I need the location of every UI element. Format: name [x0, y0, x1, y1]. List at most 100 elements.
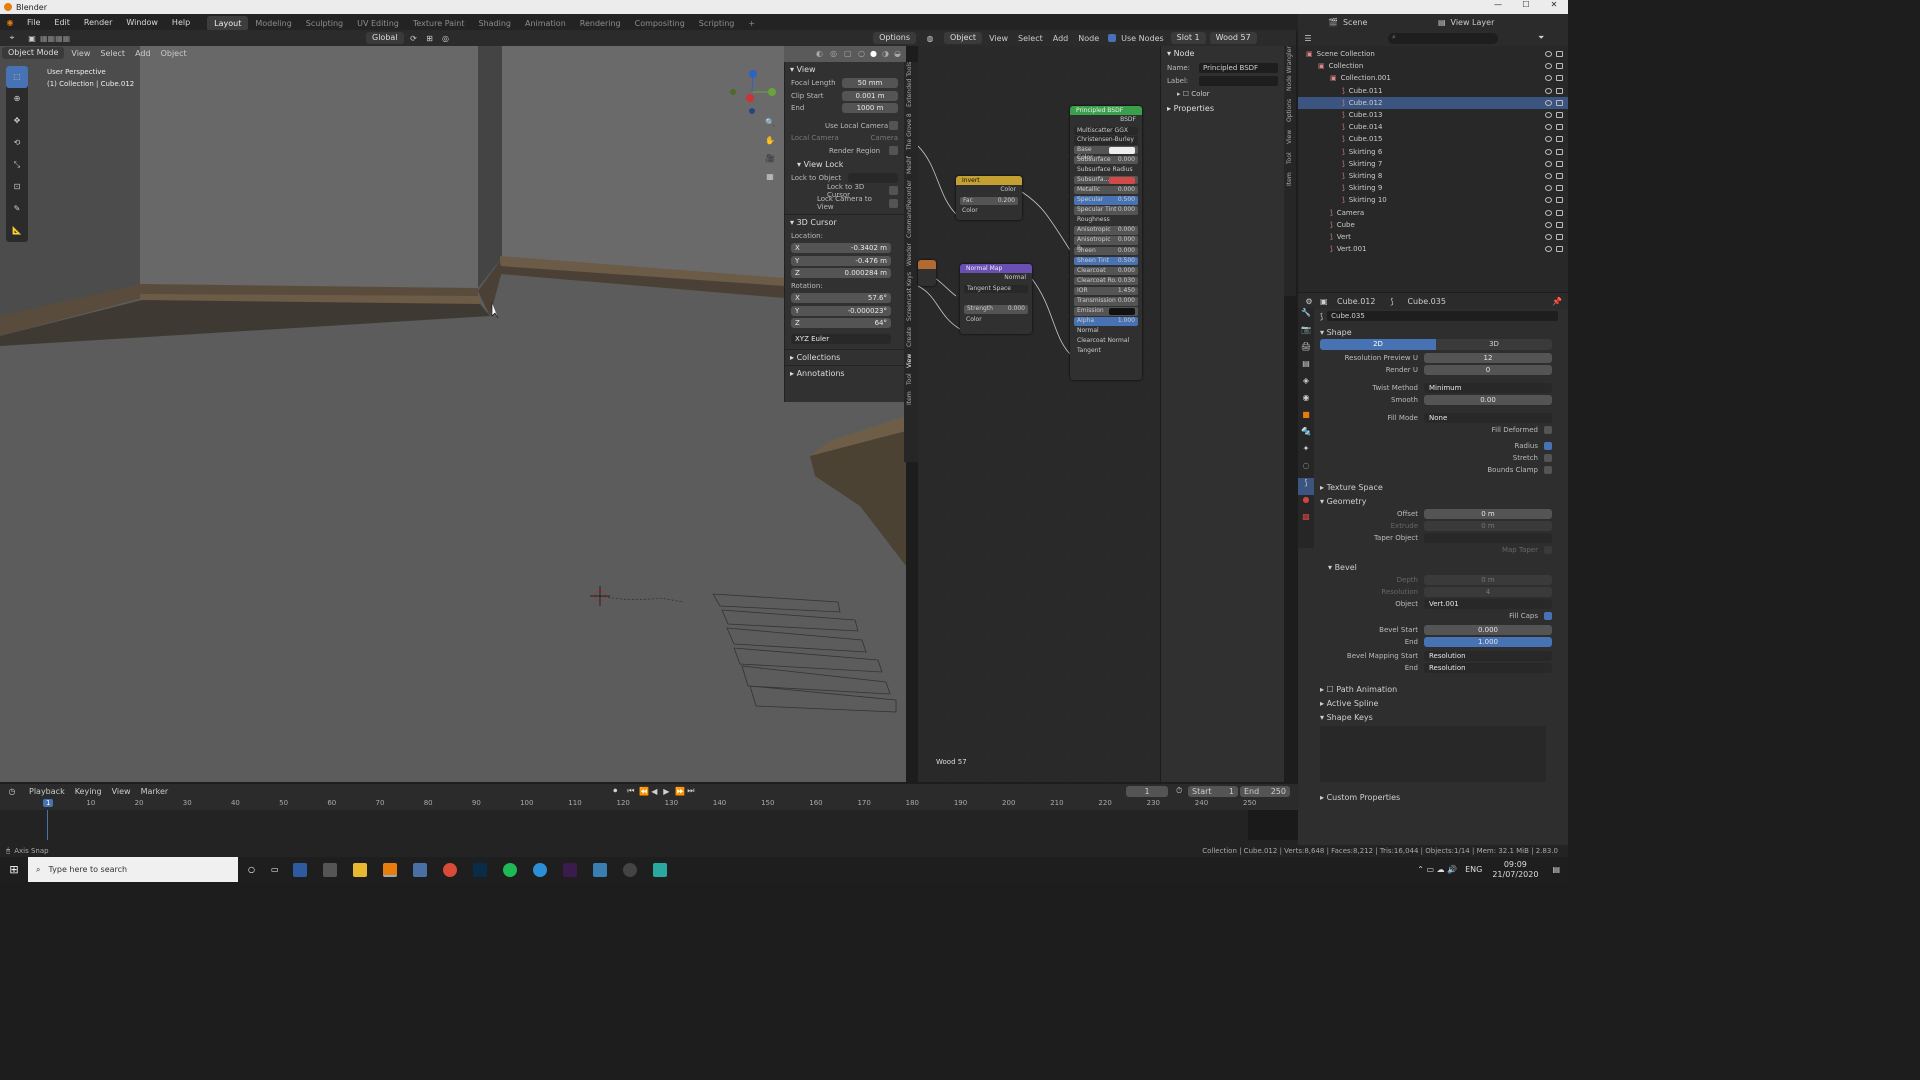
outliner-row[interactable]: ⟆ Cube.012 [1298, 96, 1568, 109]
visibility-eye-icon[interactable] [1545, 136, 1563, 143]
bsdf-input-row[interactable]: Anisotropic 0.000 [1074, 226, 1138, 235]
render-props-icon[interactable]: 📷 [1298, 325, 1314, 342]
taper-object-field[interactable] [1424, 533, 1552, 543]
partial-node[interactable] [918, 260, 936, 286]
npanel-tab-create[interactable]: Create [904, 327, 916, 347]
texture-space-header[interactable]: ▸ Texture Space [1298, 480, 1568, 494]
move-tool-icon[interactable]: ✥ [6, 110, 28, 132]
bsdf-input-row[interactable]: Specular Tint 0.000 [1074, 206, 1138, 215]
path-animation-header[interactable]: ▸ ☐ Path Animation [1298, 682, 1568, 696]
shader-type-dropdown[interactable]: Object [944, 32, 983, 44]
bsdf-input-row[interactable]: Subsurface Radius [1074, 166, 1138, 175]
cursor-rot-y[interactable]: Y -0.000023° [791, 305, 891, 316]
curve-datablock-field[interactable]: Cube.035 [1327, 311, 1558, 321]
tab-texture-paint[interactable]: Texture Paint [406, 16, 472, 31]
tab-animation[interactable]: Animation [518, 16, 573, 31]
node-tab-wrangler[interactable]: Node Wrangler [1284, 46, 1296, 91]
slot-dropdown[interactable]: Slot 1 [1170, 32, 1206, 44]
timeline-menu-keying[interactable]: Keying [70, 787, 107, 796]
outliner-row[interactable]: ⟆ Cube.013 [1298, 109, 1568, 121]
extrude-field[interactable]: 0 m [1424, 521, 1552, 531]
smooth-field[interactable]: 0.00 [1424, 395, 1552, 405]
bsdf-input-row[interactable]: Sheen 0.000 [1074, 246, 1138, 256]
offset-field[interactable]: 0 m [1424, 509, 1552, 519]
bsdf-input-row[interactable]: Clearcoat Normal [1074, 337, 1138, 346]
view-layer-props-icon[interactable]: ▤ [1298, 359, 1314, 376]
3d-cursor-header[interactable]: ▾ 3D Cursor [785, 213, 904, 230]
node-tab-options[interactable]: Options [1284, 99, 1296, 122]
shader-node-editor[interactable]: Invert Color Fac 0.200 Color Normal Map N… [918, 46, 1160, 782]
node-name-field[interactable]: Principled BSDF [1199, 62, 1278, 73]
npanel-tab-grove[interactable]: The Grove 8 [904, 113, 916, 150]
shading-wire-icon[interactable]: ○ [858, 49, 870, 58]
select-box-icon[interactable]: ▣ [24, 34, 40, 43]
frame-start-field[interactable]: Start 1 [1188, 785, 1238, 797]
clock[interactable]: 09:09 21/07/2020 [1492, 860, 1538, 880]
notifications-icon[interactable]: ▤ [1552, 865, 1560, 874]
dimension-3d-button[interactable]: 3D [1436, 339, 1552, 350]
clip-start-field[interactable]: 0.001 m [842, 90, 898, 101]
blender-menu-icon[interactable]: ◉ [0, 18, 20, 27]
normal-space-dropdown[interactable]: Tangent Space [964, 284, 1028, 294]
invert-fac-field[interactable]: Fac 0.200 [960, 196, 1018, 206]
fill-deformed-checkbox[interactable] [1544, 426, 1552, 434]
proportional-icon[interactable]: ◎ [438, 34, 454, 43]
npanel-tab-recorder[interactable]: CommandRecorder [904, 180, 916, 238]
select-tool-icon[interactable]: ⬚ [6, 66, 28, 88]
bsdf-input-row[interactable]: Roughness [1074, 216, 1138, 225]
npanel-tab-weeder[interactable]: Weeder [904, 244, 916, 267]
bevel-end-field[interactable]: 1.000 [1424, 637, 1552, 647]
language-indicator[interactable]: ENG [1465, 865, 1482, 874]
vp-menu-view[interactable]: View [66, 49, 95, 58]
shading-material-icon[interactable]: ◑ [882, 49, 894, 58]
collections-header[interactable]: ▸ Collections [785, 349, 904, 365]
node-editor-type-icon[interactable]: ◍ [918, 34, 942, 43]
outliner-row[interactable]: ⟆ Skirting 6 [1298, 146, 1568, 158]
shading-solid-icon[interactable]: ● [870, 49, 882, 58]
shape-keys-header[interactable]: ▾ Shape Keys [1298, 710, 1568, 724]
tool-props-icon[interactable]: 🔧 [1298, 308, 1314, 325]
timeline-type-icon[interactable]: ◷ [0, 787, 24, 796]
orientation-dropdown[interactable]: Global [366, 32, 404, 44]
zoom-icon[interactable]: 🔍 [762, 118, 778, 136]
cortana-icon[interactable]: ○ [248, 865, 255, 874]
material-props-icon[interactable]: ● [1298, 495, 1314, 512]
local-camera-field[interactable]: Camera [871, 134, 898, 142]
object-props-icon[interactable]: ■ [1298, 410, 1314, 427]
outliner-row[interactable]: ⟆ Cube.011 [1298, 85, 1568, 97]
calculator-icon[interactable] [412, 862, 427, 877]
chrome-icon[interactable] [442, 862, 457, 877]
minimize-icon[interactable]: — [1484, 0, 1512, 9]
outliner-row[interactable]: ⟆ Skirting 7 [1298, 158, 1568, 170]
world-props-icon[interactable]: ◉ [1298, 393, 1314, 410]
cursor-loc-y[interactable]: Y -0.476 m [791, 255, 891, 266]
curve-data-props-icon[interactable]: ⟆ [1298, 478, 1314, 495]
fill-mode-dropdown[interactable]: None [1424, 413, 1552, 423]
menu-help[interactable]: Help [165, 14, 197, 31]
menu-edit[interactable]: Edit [47, 14, 77, 31]
tab-scripting[interactable]: Scripting [692, 16, 742, 31]
overlay-toggle-icon[interactable]: ◎ [830, 49, 844, 58]
particles-props-icon[interactable]: ✦ [1298, 444, 1314, 461]
measure-tool-icon[interactable]: 📐 [6, 220, 28, 242]
bsdf-input-row[interactable]: Normal [1074, 327, 1138, 336]
use-local-camera-checkbox[interactable] [889, 121, 898, 131]
task-view-icon[interactable]: ▭ [271, 865, 279, 874]
bsdf-input-row[interactable]: Specular 0.500 [1074, 196, 1138, 205]
snap-icon[interactable]: ⊞ [422, 34, 438, 43]
prev-key-icon[interactable]: ⏪ [639, 787, 651, 796]
bsdf-input-row[interactable]: Anisotropic R. 0.000 [1074, 236, 1138, 252]
shading-rendered-icon[interactable]: ◒ [894, 49, 906, 58]
taskbar-search-box[interactable]: ⌕ Type here to search [28, 857, 238, 882]
node-properties-header[interactable]: ▸ Properties [1161, 101, 1284, 116]
visibility-eye-icon[interactable] [1545, 221, 1563, 228]
bsdf-input-row[interactable]: Transmission 0.000 [1074, 297, 1138, 306]
current-frame-field[interactable]: 1 [1126, 785, 1168, 797]
camera-view-icon[interactable]: 🎥 [762, 154, 778, 172]
outliner-row[interactable]: ⟆ Skirting 9 [1298, 182, 1568, 194]
npanel-tab-meshf[interactable]: Meshf [904, 156, 916, 174]
windows-start-icon[interactable]: ⊞ [0, 863, 28, 876]
menu-window[interactable]: Window [119, 14, 165, 31]
invert-node[interactable]: Invert Color Fac 0.200 Color [956, 176, 1022, 220]
bsdf-input-row[interactable]: Alpha 1.000 [1074, 317, 1138, 326]
